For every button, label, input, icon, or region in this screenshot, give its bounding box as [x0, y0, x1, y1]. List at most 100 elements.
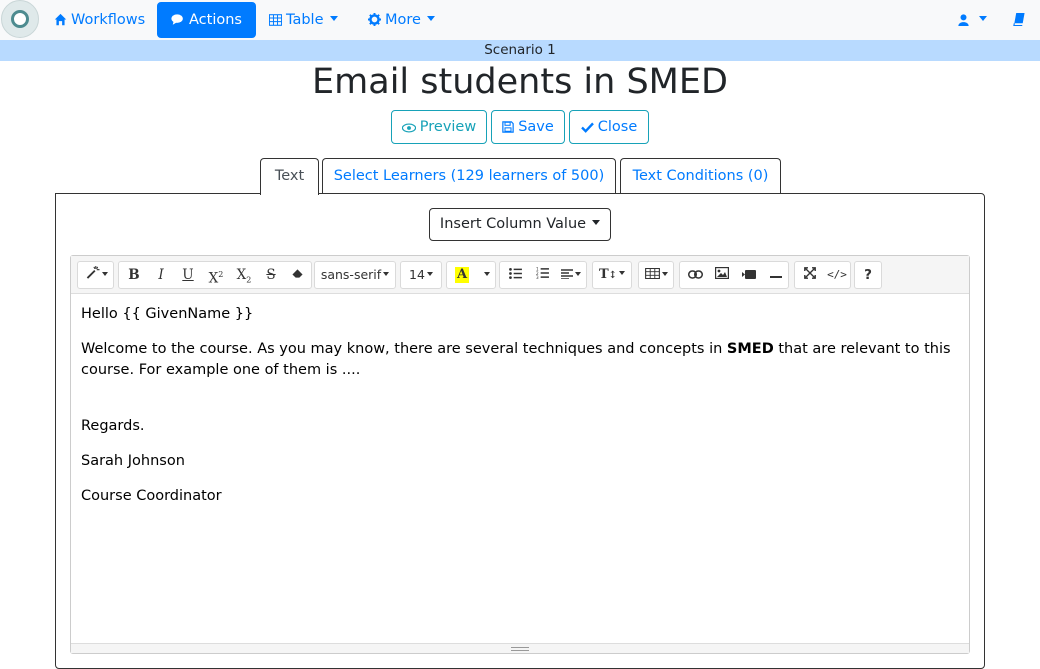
chevron-down-icon [101, 272, 108, 276]
italic-icon[interactable]: I [148, 262, 174, 288]
font-family-dropdown[interactable]: sans-serif [314, 261, 396, 289]
svg-text:3: 3 [536, 275, 539, 279]
ul-shape [508, 268, 522, 279]
link-icon[interactable] [682, 262, 708, 288]
chevron-down-icon [661, 272, 668, 276]
help-group: ? [854, 261, 882, 289]
magic-wand-icon [86, 266, 99, 279]
color-dropdown[interactable] [477, 262, 495, 288]
ordered-list-icon[interactable]: 123 [529, 262, 555, 288]
align-dropdown[interactable] [556, 262, 586, 288]
user-icon [958, 14, 969, 26]
style-group [77, 261, 114, 289]
eraser-shape [291, 269, 303, 278]
preview-button-label: Preview [419, 119, 477, 135]
style-button[interactable] [80, 262, 113, 288]
chevron-down-icon [329, 16, 338, 21]
nav-workflows[interactable]: Workflows [54, 2, 145, 38]
greeting-line: Hello {{ GivenName }} [81, 306, 254, 322]
video-shape [742, 270, 756, 279]
font-color-icon[interactable]: A [449, 262, 475, 288]
close-button[interactable]: Close [569, 110, 649, 144]
signature-name: Sarah Johnson [81, 453, 185, 469]
font-size-label: 14 [409, 267, 425, 282]
chevron-down-icon [979, 16, 987, 21]
insert-column-value-label: Insert Column Value [439, 216, 587, 232]
fullscreen-shape [804, 267, 816, 279]
active-tab-gap [261, 192, 318, 195]
nav-actions-label: Actions [189, 12, 242, 28]
font-family-label: sans-serif [320, 267, 382, 282]
editor-content[interactable]: Hello {{ GivenName }} Welcome to the cou… [81, 304, 951, 521]
app-logo[interactable] [1, 0, 39, 38]
tab-text-conditions[interactable]: Text Conditions (0) [620, 158, 781, 194]
regards-line: Regards. [81, 418, 145, 434]
save-button[interactable]: Save [491, 110, 565, 144]
docs-link[interactable] [1013, 2, 1029, 38]
strikethrough-icon[interactable]: S [258, 262, 284, 288]
save-button-label: Save [518, 119, 554, 135]
chevron-down-icon [619, 271, 626, 275]
signature-role: Course Coordinator [81, 488, 222, 504]
underline-icon[interactable]: U [175, 262, 201, 288]
video-icon[interactable] [736, 262, 762, 288]
floppy-disk-icon [502, 121, 514, 133]
nav-more-label: More [385, 12, 421, 28]
gear-icon [368, 13, 381, 26]
insert-column-value-dropdown[interactable]: Insert Column Value [429, 208, 611, 241]
link-shape [687, 270, 703, 279]
insert-group [679, 261, 789, 289]
chevron-down-icon [484, 272, 490, 276]
body-bold-term: SMED [726, 341, 774, 357]
eraser-icon[interactable] [284, 262, 310, 288]
hr-shape [770, 276, 782, 278]
preview-button[interactable]: Preview [391, 110, 487, 144]
table-shape [644, 267, 660, 280]
check-icon [580, 122, 594, 133]
font-size-value: 14 [401, 262, 441, 288]
table-dropdown[interactable] [638, 261, 674, 289]
body-text-start: Welcome to the course. As you may know, … [81, 341, 727, 357]
nav-table[interactable]: Table [268, 2, 338, 38]
font-size-dropdown[interactable]: 14 [400, 261, 442, 289]
book-icon [1013, 13, 1025, 27]
nav-more[interactable]: More [368, 2, 435, 38]
superscript-icon[interactable]: X2 [202, 262, 230, 288]
bold-icon[interactable]: B [121, 262, 147, 288]
eye-icon [401, 123, 416, 133]
fullscreen-icon[interactable] [797, 262, 823, 288]
chevron-down-icon [575, 272, 581, 276]
table-insert-icon [639, 262, 673, 288]
picture-shape [715, 267, 730, 280]
unordered-list-icon[interactable] [502, 262, 528, 288]
help-icon[interactable]: ? [855, 262, 881, 288]
editor-toolbar: B I U X2 X2 S sans-serif 14 A 1 2 3 T↕ <… [71, 256, 969, 294]
chevron-down-icon [426, 272, 433, 276]
close-button-label: Close [597, 119, 638, 135]
user-menu[interactable] [958, 2, 987, 38]
tab-select-learners[interactable]: Select Learners (129 learners of 500) [322, 158, 616, 194]
picture-icon[interactable] [709, 262, 735, 288]
body-paragraph: Welcome to the course. As you may know, … [81, 339, 951, 381]
paragraph-group: 123 [499, 261, 587, 289]
font-family-value: sans-serif [315, 262, 395, 288]
editor-resize-handle[interactable] [71, 643, 969, 653]
tab-text[interactable]: Text [260, 158, 319, 195]
view-group: </> [794, 261, 851, 289]
nav-table-label: Table [286, 12, 324, 28]
subscript-icon[interactable]: X2 [230, 262, 258, 288]
horizontal-rule-icon[interactable] [763, 262, 789, 288]
align-left-icon [561, 269, 573, 280]
scenario-banner: Scenario 1 [0, 40, 1040, 61]
nav-workflows-label: Workflows [71, 12, 146, 28]
top-navbar: Workflows Actions Table More [0, 0, 1040, 40]
line-height-dropdown[interactable]: T↕ [592, 261, 632, 289]
chevron-down-icon [592, 220, 601, 225]
home-icon [54, 13, 67, 26]
chevron-down-icon [383, 272, 390, 276]
code-view-icon[interactable]: </> [824, 262, 850, 288]
nav-actions[interactable]: Actions [157, 2, 256, 38]
table-icon [268, 14, 283, 26]
ol-shape: 123 [536, 267, 549, 280]
